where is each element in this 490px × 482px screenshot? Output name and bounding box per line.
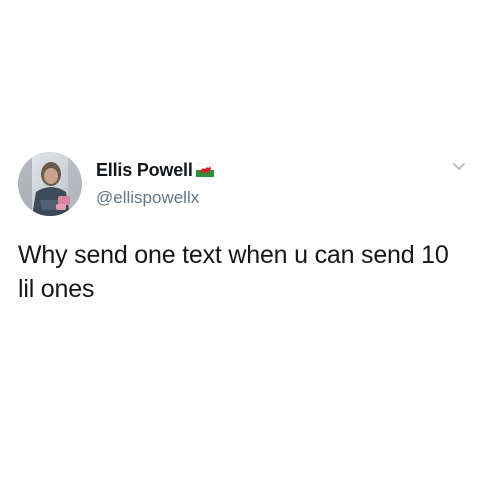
author-names: Ellis Powell @ellispowellx (96, 158, 214, 208)
tweet-text: Why send one text when u can send 10 lil… (18, 241, 449, 303)
chevron-down-icon[interactable] (450, 158, 468, 176)
welsh-flag-icon (195, 162, 214, 177)
tweet-card: Ellis Powell @ellispowellx Why send one … (0, 0, 490, 482)
display-name-row: Ellis Powell (96, 158, 214, 182)
author-handle[interactable]: @ellispowellx (96, 188, 214, 208)
author-avatar[interactable] (18, 152, 82, 216)
tweet-header: Ellis Powell @ellispowellx (18, 152, 472, 218)
avatar-photo (18, 152, 82, 216)
author-display-name[interactable]: Ellis Powell (96, 160, 193, 181)
